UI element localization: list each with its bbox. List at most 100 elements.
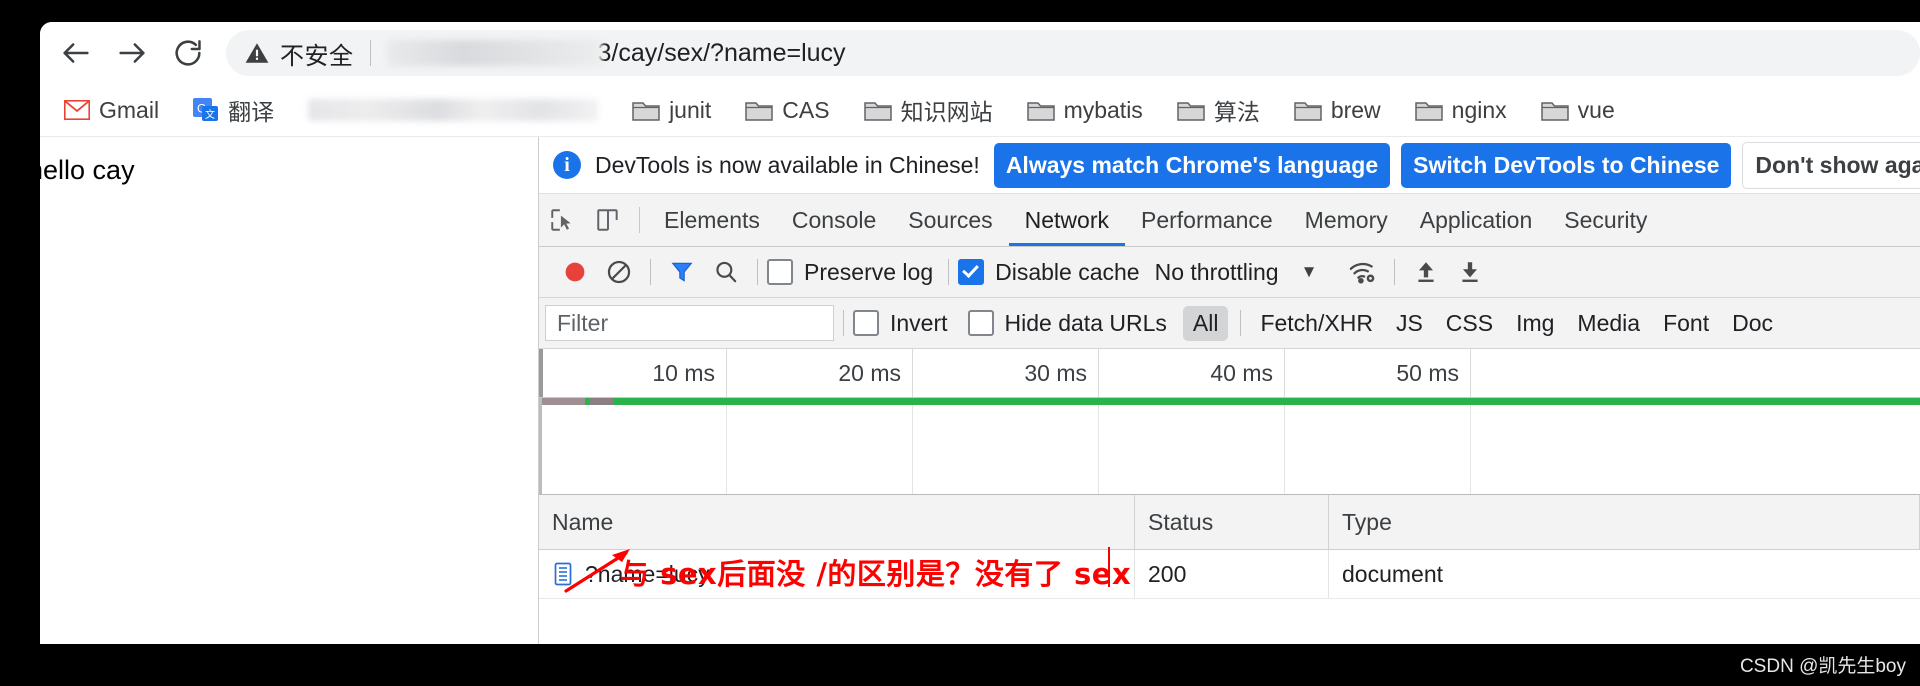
overview-tick-cell: 40 ms <box>1099 349 1285 397</box>
toolbar-divider <box>757 259 758 285</box>
filter-type-img[interactable]: Img <box>1506 306 1564 341</box>
overview-tick-label: 40 ms <box>1210 359 1273 386</box>
always-match-language-button[interactable]: Always match Chrome's language <box>993 142 1391 188</box>
tab-sources[interactable]: Sources <box>892 194 1008 246</box>
band-grid-cell <box>1099 405 1285 494</box>
gmail-icon <box>64 100 90 120</box>
column-header-type[interactable]: Type <box>1329 495 1920 549</box>
overview-tick-label: 20 ms <box>838 359 901 386</box>
bookmark-label: junit <box>669 96 712 123</box>
redacted-bookmark-blur <box>308 99 599 121</box>
bookmark-folder-mybatis[interactable]: mybatis <box>1026 97 1143 124</box>
invert-label: Invert <box>890 309 948 336</box>
network-overview-timeline[interactable]: 10 ms 20 ms 30 ms 40 ms 50 ms <box>539 349 1920 398</box>
watermark: CSDN @凯先生boy <box>1739 656 1906 677</box>
network-filter-row: Filter Invert Hide data URLs All Fetch/X… <box>539 298 1920 349</box>
chevron-down-icon[interactable]: ▼ <box>1301 262 1318 282</box>
cell-status: 200 <box>1135 550 1329 598</box>
bookmark-folder-algorithms[interactable]: 算法 <box>1177 93 1260 127</box>
folder-icon <box>1026 99 1055 122</box>
search-magnifier-icon[interactable] <box>704 250 748 294</box>
forward-arrow-icon[interactable] <box>104 25 160 81</box>
tab-divider <box>639 207 640 233</box>
filter-input[interactable]: Filter <box>545 305 834 341</box>
table-header-row: Name Status Type <box>539 495 1920 550</box>
import-har-up-arrow-icon[interactable] <box>1404 250 1448 294</box>
bookmark-folder-nginx[interactable]: nginx <box>1414 97 1507 124</box>
preserve-log-checkbox[interactable]: Preserve log <box>767 259 933 286</box>
devtools-language-banner: i DevTools is now available in Chinese! … <box>539 137 1920 194</box>
banner-message: DevTools is now available in Chinese! <box>595 151 980 178</box>
bookmark-folder-brew[interactable]: brew <box>1294 97 1381 124</box>
switch-devtools-to-chinese-button[interactable]: Switch DevTools to Chinese <box>1401 142 1732 188</box>
folder-icon <box>1177 99 1205 122</box>
svg-text:文: 文 <box>205 108 215 121</box>
filter-type-css[interactable]: CSS <box>1436 306 1503 341</box>
bookmark-label: brew <box>1330 96 1381 123</box>
tab-security[interactable]: Security <box>1548 194 1663 246</box>
info-icon: i <box>553 151 581 179</box>
checkbox-box <box>853 310 879 336</box>
bookmark-folder-vue[interactable]: vue <box>1540 97 1615 124</box>
tab-elements[interactable]: Elements <box>648 194 776 246</box>
funnel-filter-icon[interactable] <box>660 250 704 294</box>
network-toolbar: Preserve log Disable cache No throttling… <box>539 247 1920 298</box>
bookmark-label: Gmail <box>99 96 160 123</box>
filter-divider <box>843 310 844 336</box>
tab-network[interactable]: Network <box>1008 194 1126 246</box>
overview-tick-label: 50 ms <box>1396 359 1459 386</box>
devtools-tab-strip: Elements Console Sources Network Perform… <box>539 194 1920 247</box>
filter-type-doc[interactable]: Doc <box>1722 306 1783 341</box>
tab-label: Sources <box>908 206 993 233</box>
network-waterfall-band[interactable] <box>539 398 1920 495</box>
dismiss-banner-button[interactable]: Don't show again <box>1742 141 1920 189</box>
address-bar[interactable]: 不安全 3/cay/sex/?name=lucy <box>226 30 1920 76</box>
bookmark-folder-knowledge[interactable]: 知识网站 <box>863 93 993 127</box>
bookmark-translate[interactable]: G 文 翻译 <box>193 93 274 127</box>
bookmark-gmail[interactable]: Gmail <box>64 97 159 124</box>
tab-label: Network <box>1024 206 1109 233</box>
request-duration-bar <box>539 398 1920 405</box>
toolbar-divider <box>1394 259 1396 285</box>
filter-placeholder: Filter <box>557 309 609 336</box>
invert-checkbox[interactable]: Invert <box>853 310 948 337</box>
filter-type-fetch-xhr[interactable]: Fetch/XHR <box>1250 306 1382 341</box>
filter-divider <box>1240 310 1242 336</box>
tab-console[interactable]: Console <box>776 194 892 246</box>
reload-icon[interactable] <box>160 25 216 81</box>
tab-label: Elements <box>664 206 760 233</box>
security-label: 不安全 <box>280 42 354 70</box>
filter-type-js[interactable]: JS <box>1386 306 1433 341</box>
checkbox-box-checked <box>958 259 985 285</box>
overview-tick-cell: 30 ms <box>913 349 1099 397</box>
back-arrow-icon[interactable] <box>48 25 104 81</box>
tab-performance[interactable]: Performance <box>1125 194 1289 246</box>
bookmark-redacted[interactable] <box>308 99 599 121</box>
column-header-status[interactable]: Status <box>1135 495 1329 549</box>
bookmark-label: CAS <box>782 96 830 123</box>
clear-no-entry-icon[interactable] <box>597 250 641 294</box>
filter-type-media[interactable]: Media <box>1567 306 1650 341</box>
device-toolbar-icon[interactable] <box>585 194 631 246</box>
column-header-name[interactable]: Name <box>539 495 1135 549</box>
hide-data-urls-checkbox[interactable]: Hide data URLs <box>967 309 1167 337</box>
filter-type-font[interactable]: Font <box>1653 306 1719 341</box>
folder-icon <box>1294 99 1322 122</box>
bookmark-folder-cas[interactable]: CAS <box>745 96 830 124</box>
record-stop-icon[interactable] <box>553 250 597 294</box>
page-viewport: hello cay <box>40 137 538 644</box>
throttling-select-value[interactable]: No throttling <box>1155 259 1279 286</box>
tab-memory[interactable]: Memory <box>1289 194 1404 246</box>
request-stall-segment <box>541 398 585 405</box>
filter-type-all[interactable]: All <box>1182 305 1229 341</box>
overview-tick-cell: 10 ms <box>539 349 727 397</box>
network-conditions-wifi-icon[interactable] <box>1341 250 1385 294</box>
tab-application[interactable]: Application <box>1404 194 1549 246</box>
hide-data-urls-label: Hide data URLs <box>1004 309 1167 336</box>
tab-label: Performance <box>1141 206 1273 233</box>
inspect-cursor-icon[interactable] <box>539 194 585 246</box>
export-har-down-arrow-icon[interactable] <box>1448 250 1492 294</box>
disable-cache-checkbox[interactable]: Disable cache <box>958 259 1140 286</box>
bookmark-folder-junit[interactable]: junit <box>632 97 711 124</box>
folder-icon <box>632 99 660 122</box>
